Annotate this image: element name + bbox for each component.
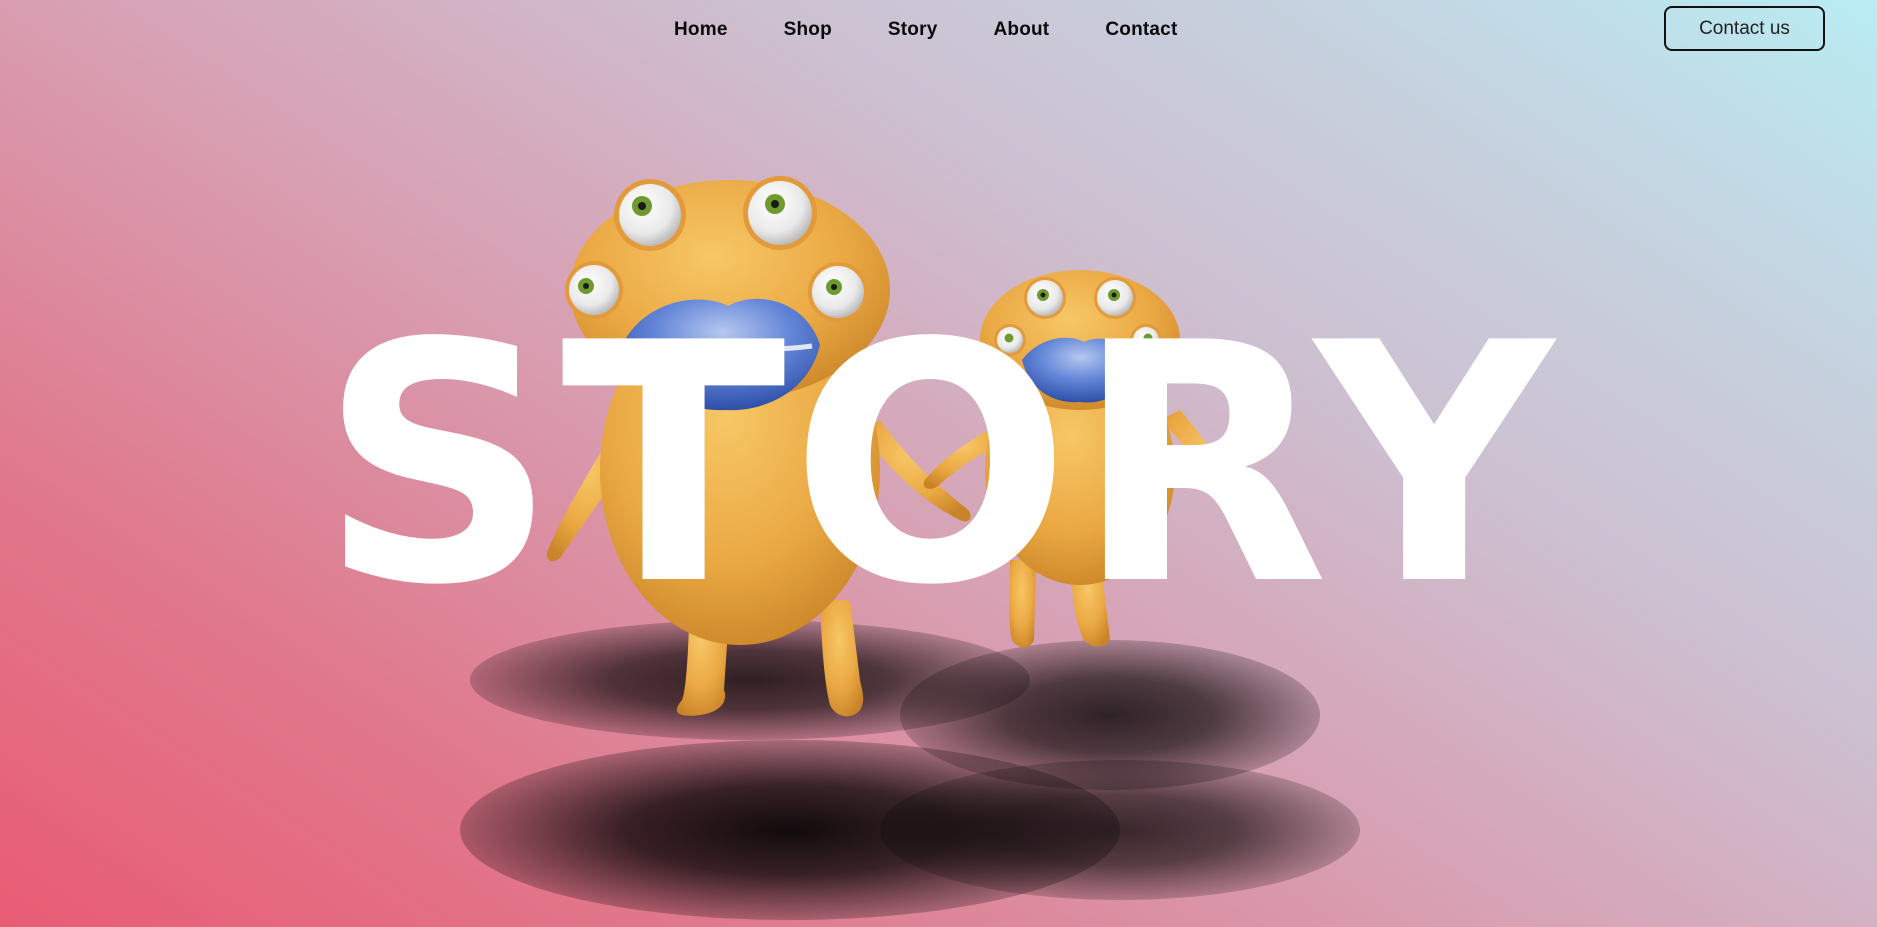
monster-illustration [546,176,1273,717]
small-monster-icon [923,270,1273,648]
hero-stage: STORY [0,0,1877,927]
large-monster-icon [546,176,971,717]
monsters [0,0,1877,927]
